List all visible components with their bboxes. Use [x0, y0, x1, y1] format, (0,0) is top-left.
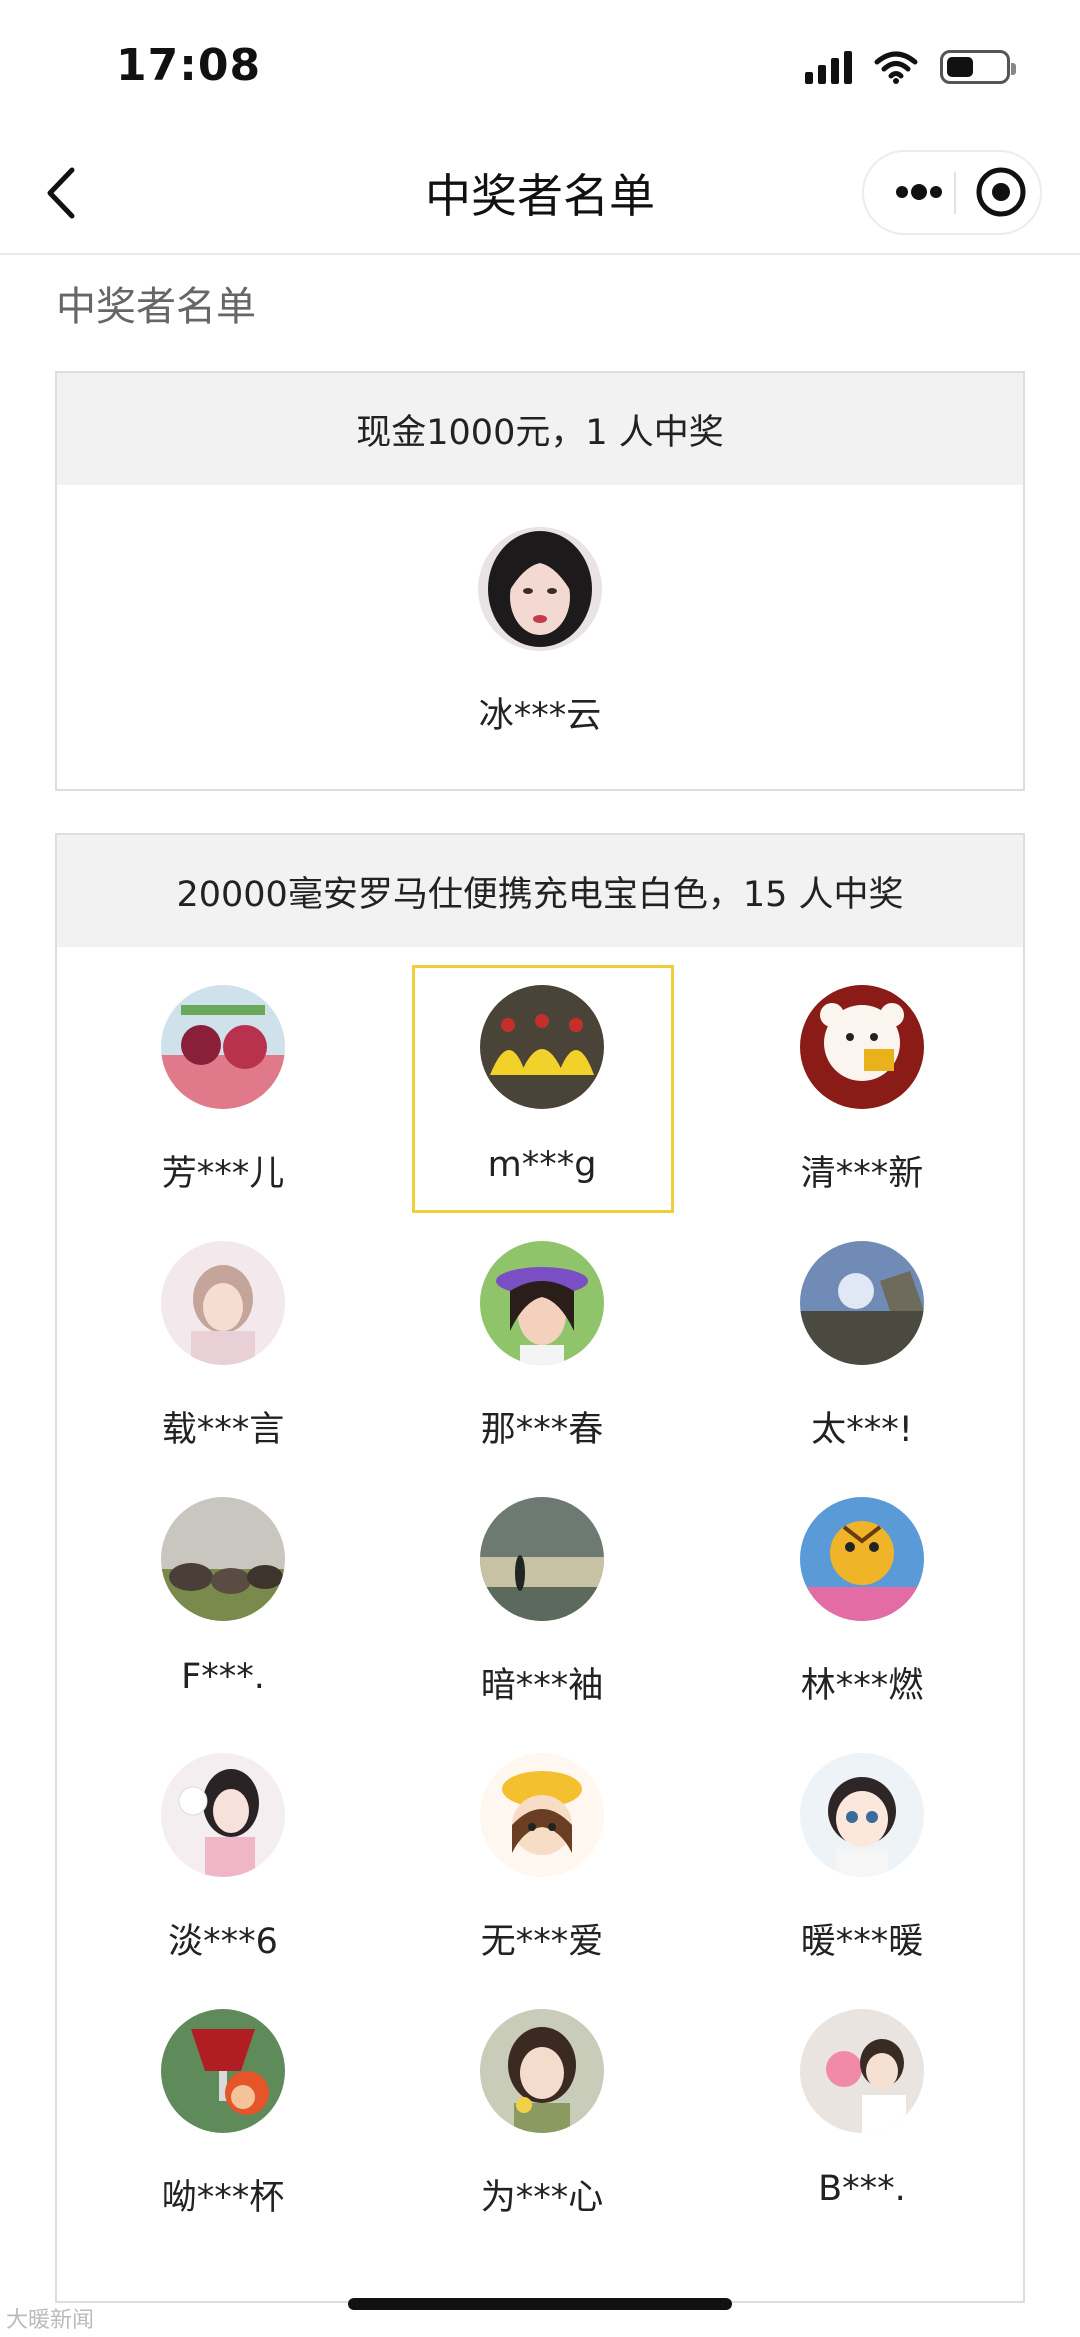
winner-item[interactable]: F***.: [73, 1497, 373, 1697]
winner-item[interactable]: 暗***袖: [392, 1497, 692, 1708]
watermark: 大暖新闻: [6, 2308, 95, 2333]
winner-item[interactable]: m***g: [392, 985, 692, 1185]
mini-program-capsule: [862, 150, 1042, 235]
prize-card: 20000毫安罗马仕便携充电宝白色，15 人中奖 芳***儿 m***g 清***新…: [55, 833, 1025, 2303]
winner-item[interactable]: 无***爱: [392, 1753, 692, 1964]
winner-item[interactable]: 呦***杯: [73, 2009, 373, 2220]
prize-title: 20000毫安罗马仕便携充电宝白色，15 人中奖: [57, 835, 1023, 947]
avatar: [800, 2009, 924, 2133]
avatar: [161, 1241, 285, 1365]
winner-name: m***g: [487, 1145, 597, 1185]
battery-icon: [940, 50, 1016, 84]
winner-name: 无***爱: [480, 1922, 604, 1962]
close-mini-program-button[interactable]: [968, 152, 1034, 233]
winner-name: F***.: [181, 1657, 265, 1697]
avatar: [800, 1241, 924, 1365]
capsule-divider: [954, 172, 956, 214]
avatar: [480, 1753, 604, 1877]
nav-bar: 中奖者名单: [0, 130, 1080, 255]
winner-item[interactable]: 淡***6: [73, 1753, 373, 1964]
status-icons: [805, 50, 1016, 84]
winner-name: 林***燃: [800, 1666, 924, 1706]
winner-name: 冰***云: [478, 696, 602, 736]
winner-name: B***.: [818, 2169, 906, 2209]
winner-item[interactable]: 芳***儿: [73, 985, 373, 1196]
avatar: [480, 985, 604, 1109]
home-indicator: [348, 2298, 732, 2310]
winner-name: 呦***杯: [161, 2178, 285, 2218]
avatar: [478, 527, 602, 651]
winner-name: 芳***儿: [161, 1154, 285, 1194]
avatar: [161, 2009, 285, 2133]
winner-name: 太***!: [811, 1410, 913, 1450]
section-title: 中奖者名单: [56, 284, 256, 330]
winner-item[interactable]: 林***燃: [712, 1497, 1012, 1708]
winner-name: 暖***暖: [800, 1922, 924, 1962]
winner-item[interactable]: 冰***云: [390, 527, 690, 738]
winner-item[interactable]: 暖***暖: [712, 1753, 1012, 1964]
winner-item[interactable]: 太***!: [712, 1241, 1012, 1452]
winner-item[interactable]: 那***春: [392, 1241, 692, 1452]
avatar: [480, 2009, 604, 2133]
winner-name: 为***心: [480, 2178, 604, 2218]
more-button[interactable]: [886, 152, 952, 233]
winner-item[interactable]: B***.: [712, 2009, 1012, 2209]
avatar: [161, 1497, 285, 1621]
wifi-icon: [874, 51, 918, 84]
winner-item[interactable]: 载***言: [73, 1241, 373, 1452]
signal-icon: [805, 50, 852, 84]
avatar: [800, 1753, 924, 1877]
avatar: [161, 1753, 285, 1877]
avatar: [480, 1241, 604, 1365]
status-bar: 17:08: [0, 0, 1080, 130]
target-icon: [976, 167, 1026, 217]
status-time: 17:08: [116, 40, 262, 91]
winner-name: 那***春: [480, 1410, 604, 1450]
winner-item[interactable]: 清***新: [712, 985, 1012, 1196]
prize-title: 现金1000元，1 人中奖: [57, 373, 1023, 485]
winner-item[interactable]: 为***心: [392, 2009, 692, 2220]
more-dots-icon: [896, 184, 942, 200]
prize-card: 现金1000元，1 人中奖 冰***云: [55, 371, 1025, 791]
winner-name: 清***新: [800, 1154, 924, 1194]
winner-name: 淡***6: [168, 1922, 278, 1962]
winner-name: 载***言: [161, 1410, 285, 1450]
winner-name: 暗***袖: [480, 1666, 604, 1706]
avatar: [161, 985, 285, 1109]
avatar: [800, 1497, 924, 1621]
avatar: [800, 985, 924, 1109]
avatar: [480, 1497, 604, 1621]
